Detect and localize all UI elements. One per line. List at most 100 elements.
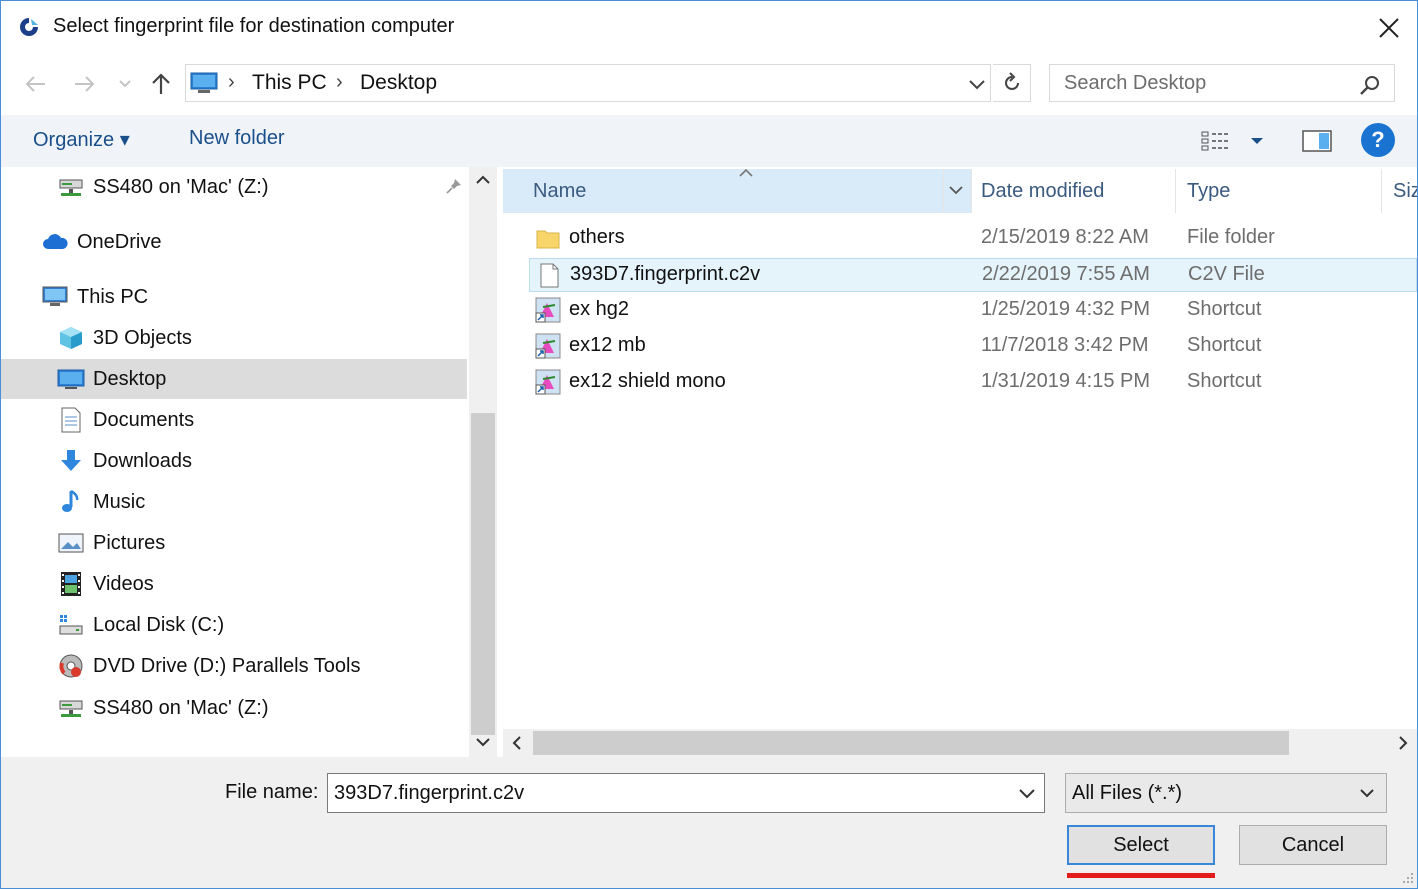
file-name: ex12 shield mono xyxy=(569,370,726,392)
sort-ascending-icon xyxy=(739,168,753,177)
column-header-name[interactable]: Name xyxy=(533,169,586,213)
nav-item-onedrive[interactable]: OneDrive xyxy=(41,222,467,262)
highlight-underline xyxy=(1067,873,1215,878)
file-icon xyxy=(536,262,562,288)
back-button[interactable] xyxy=(17,67,53,101)
refresh-button[interactable] xyxy=(993,64,1031,102)
nav-item-local-disk-c[interactable]: Local Disk (C:) xyxy=(57,605,467,645)
preview-pane-button[interactable] xyxy=(1297,125,1337,157)
nav-item-ss480-on-mac-z[interactable]: SS480 on 'Mac' (Z:) xyxy=(57,167,467,207)
horizontal-scroll-thumb[interactable] xyxy=(533,731,1289,755)
file-row[interactable]: 393D7.fingerprint.c2v 2/22/2019 7:55 AM C2… xyxy=(529,258,1417,292)
search-input[interactable]: Search Desktop xyxy=(1049,64,1395,102)
nav-item-label: Music xyxy=(93,490,146,513)
computer-icon xyxy=(190,72,218,93)
desktop-icon xyxy=(57,366,85,392)
nav-item-music[interactable]: Music xyxy=(57,482,467,522)
column-divider[interactable] xyxy=(1381,169,1382,213)
nav-item-dvd-drive-d-parallels-tools[interactable]: DVD Drive (D:) Parallels Tools xyxy=(57,646,467,686)
nav-item-label: Desktop xyxy=(93,367,167,390)
chevron-down-icon xyxy=(1360,789,1374,798)
breadcrumb-separator-icon: › xyxy=(336,71,343,93)
search-placeholder: Search Desktop xyxy=(1064,72,1207,94)
computer-icon xyxy=(41,284,69,310)
breadcrumb-this-pc[interactable]: This PC xyxy=(252,71,327,95)
file-dialog: Select fingerprint file for destination … xyxy=(0,0,1418,889)
recent-locations-button[interactable] xyxy=(111,67,139,101)
file-row[interactable]: others 2/15/2019 8:22 AM File folder xyxy=(529,222,1417,256)
nav-item-videos[interactable]: Videos xyxy=(57,564,467,604)
title-bar: Select fingerprint file for destination … xyxy=(1,1,1417,53)
nav-item-label: SS480 on 'Mac' (Z:) xyxy=(93,696,269,719)
close-button[interactable] xyxy=(1363,7,1415,49)
file-type: Shortcut xyxy=(1187,298,1262,320)
pictures-icon xyxy=(57,530,85,556)
details-view-icon xyxy=(1201,131,1229,151)
forward-button[interactable] xyxy=(67,67,103,101)
file-name: ex12 mb xyxy=(569,334,646,356)
nav-item-label: OneDrive xyxy=(77,230,162,253)
navigation-pane: SS480 on 'Mac' (Z:) OneDrive This PC 3D Obj… xyxy=(1,167,497,757)
new-folder-button[interactable]: New folder xyxy=(189,127,285,150)
file-type: Shortcut xyxy=(1187,334,1262,356)
nav-item-pictures[interactable]: Pictures xyxy=(57,523,467,563)
breadcrumb-desktop[interactable]: Desktop xyxy=(360,71,437,95)
caret-down-icon xyxy=(1251,138,1263,144)
select-button[interactable]: Select xyxy=(1067,825,1215,865)
close-icon xyxy=(1379,18,1399,38)
help-button[interactable]: ? xyxy=(1361,123,1395,157)
back-arrow-icon xyxy=(25,76,45,92)
nav-item-downloads[interactable]: Downloads xyxy=(57,441,467,481)
file-name-input[interactable] xyxy=(327,773,1045,813)
nav-scroll-thumb[interactable] xyxy=(471,413,495,735)
nav-item-documents[interactable]: Documents xyxy=(57,400,467,440)
file-type-filter-value: All Files (*.*) xyxy=(1072,781,1183,804)
column-divider[interactable] xyxy=(943,169,944,213)
column-divider[interactable] xyxy=(1175,169,1176,213)
nav-item-ss480-on-mac-z[interactable]: SS480 on 'Mac' (Z:) xyxy=(57,688,467,728)
file-row[interactable]: ex12 shield mono 1/31/2019 4:15 PM Shortcu… xyxy=(529,366,1417,400)
nav-item-label: Downloads xyxy=(93,449,192,472)
column-header-date-modified[interactable]: Date modified xyxy=(981,169,1104,213)
file-name: 393D7.fingerprint.c2v xyxy=(570,263,761,285)
column-header-size[interactable]: Siz xyxy=(1393,169,1417,213)
app-logo-icon xyxy=(20,18,38,36)
chevron-down-icon[interactable] xyxy=(1017,785,1037,803)
file-type-filter-select[interactable]: All Files (*.*) xyxy=(1065,773,1387,813)
cloud-icon xyxy=(41,229,69,255)
change-view-button[interactable] xyxy=(1201,125,1271,157)
nav-item-this-pc[interactable]: This PC xyxy=(41,277,467,317)
cancel-button[interactable]: Cancel xyxy=(1239,825,1387,865)
file-name: others xyxy=(569,226,625,248)
file-type: C2V File xyxy=(1188,263,1265,285)
cube-icon xyxy=(57,325,85,351)
scroll-up-icon[interactable] xyxy=(469,167,497,193)
resize-grip-icon[interactable] xyxy=(1397,869,1415,887)
shortcut-icon xyxy=(535,297,561,323)
pin-icon xyxy=(445,177,463,201)
forward-arrow-icon xyxy=(75,76,95,92)
local-disk-icon xyxy=(57,612,85,638)
address-bar[interactable]: › This PC › Desktop xyxy=(185,64,991,102)
file-date-modified: 11/7/2018 3:42 PM xyxy=(981,334,1149,356)
column-header-type[interactable]: Type xyxy=(1187,169,1230,213)
nav-item-desktop[interactable]: Desktop xyxy=(1,359,467,399)
file-row[interactable]: ex hg2 1/25/2019 4:32 PM Shortcut xyxy=(529,294,1417,328)
file-name: ex hg2 xyxy=(569,298,630,320)
organize-button[interactable]: Organize ▾ xyxy=(33,127,130,152)
file-type: Shortcut xyxy=(1187,370,1262,392)
up-button[interactable] xyxy=(143,67,179,101)
chevron-down-icon[interactable] xyxy=(966,73,988,95)
column-divider[interactable] xyxy=(971,169,972,213)
scroll-left-icon[interactable] xyxy=(503,729,531,757)
shortcut-icon xyxy=(535,369,561,395)
nav-item-label: Pictures xyxy=(93,531,166,554)
scroll-right-icon[interactable] xyxy=(1389,729,1417,757)
chevron-down-icon[interactable] xyxy=(947,183,965,197)
window-title: Select fingerprint file for destination … xyxy=(53,15,455,37)
file-row[interactable]: ex12 mb 11/7/2018 3:42 PM Shortcut xyxy=(529,330,1417,364)
film-icon xyxy=(57,571,85,597)
file-name-label: File name: xyxy=(225,781,319,803)
nav-item-label: SS480 on 'Mac' (Z:) xyxy=(93,175,269,198)
nav-item-3d-objects[interactable]: 3D Objects xyxy=(57,318,467,358)
